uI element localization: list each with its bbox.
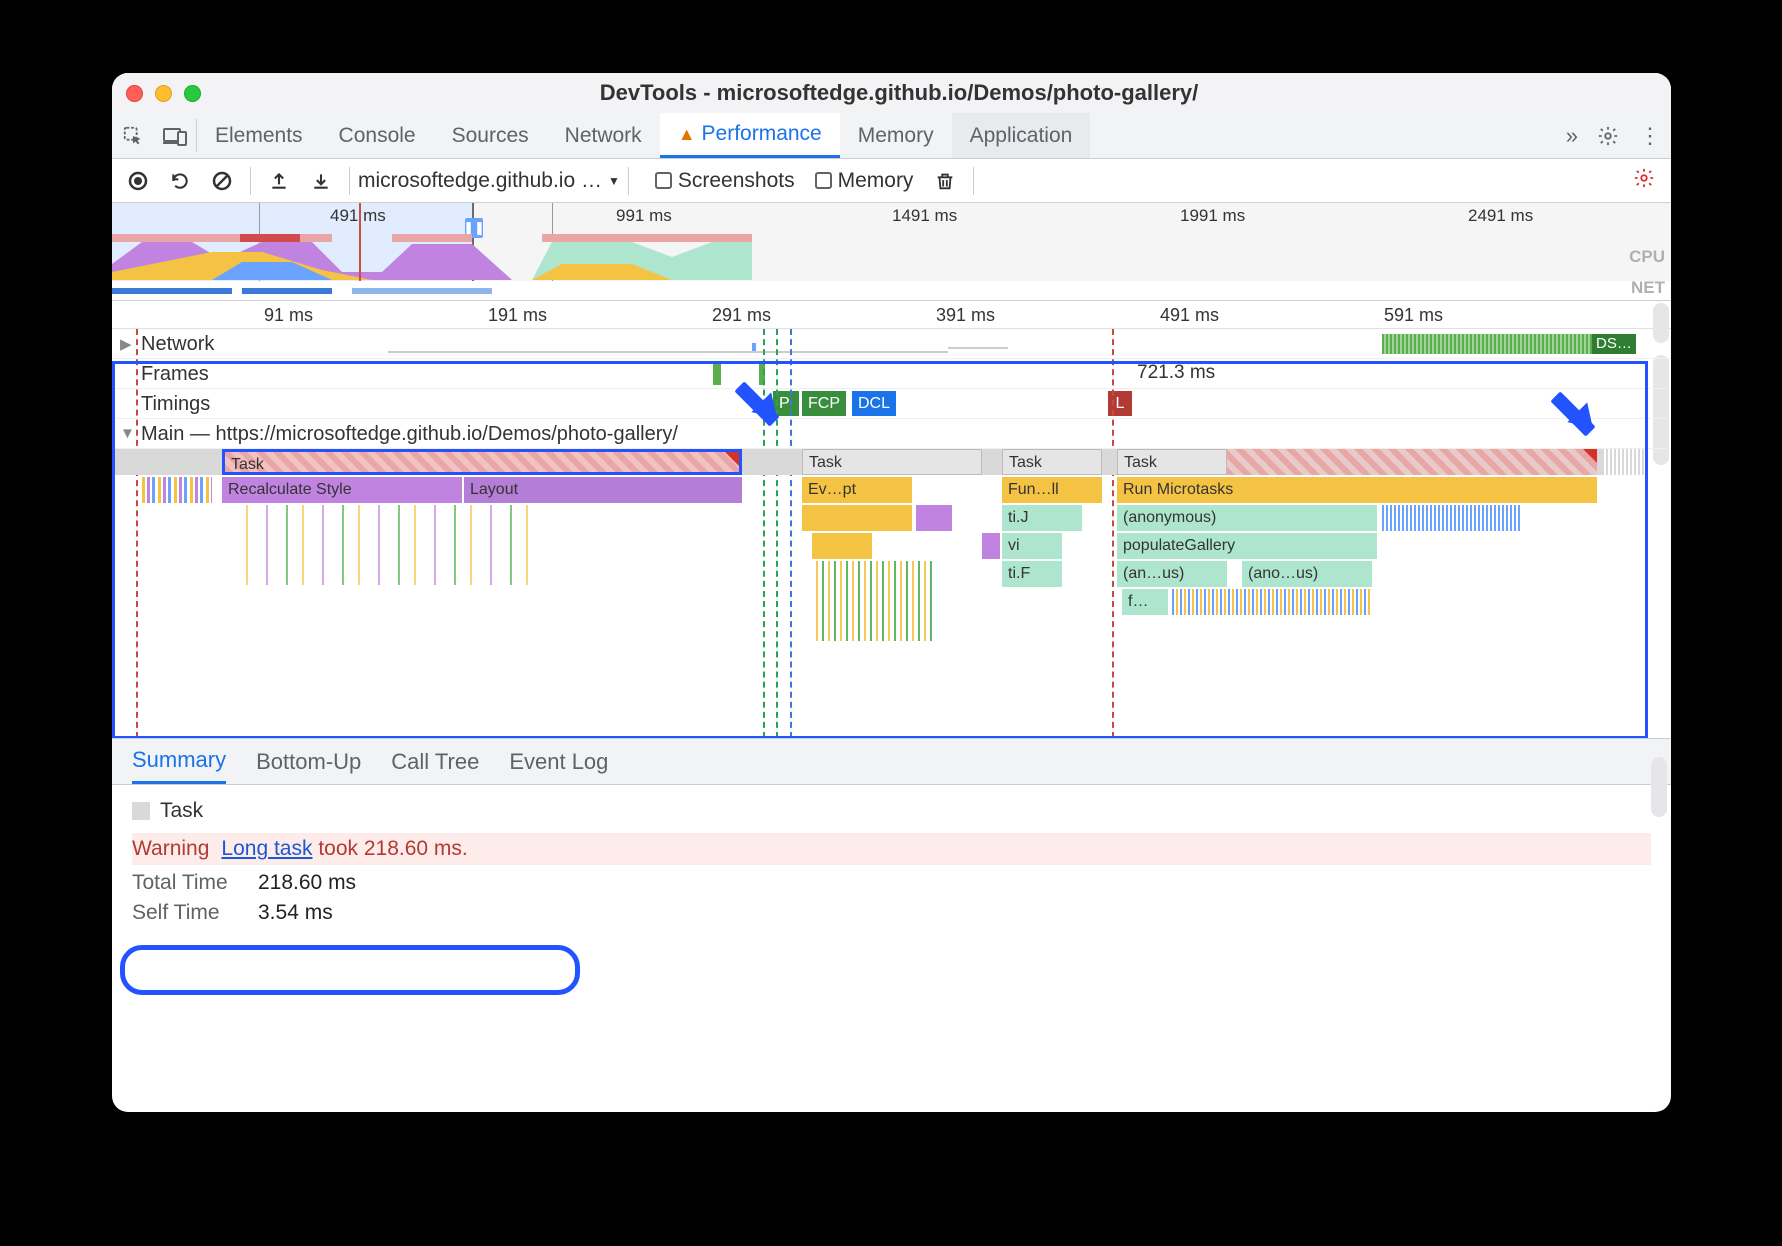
flame-anon2[interactable]: (an…us): [1117, 561, 1227, 587]
record-button[interactable]: [118, 161, 158, 201]
timeline-ruler[interactable]: 91 ms 191 ms 291 ms 391 ms 491 ms 591 ms: [112, 301, 1671, 329]
self-time-label: Self Time: [132, 901, 242, 925]
track-timings-label: Timings: [141, 393, 210, 416]
flame-f[interactable]: f…: [1122, 589, 1168, 615]
flame-task-selected[interactable]: Task: [222, 449, 742, 475]
total-time-label: Total Time: [132, 871, 242, 895]
traffic-lights: [126, 85, 201, 102]
inspect-element-icon[interactable]: [112, 113, 154, 158]
overview-tick: 2491 ms: [1468, 206, 1533, 226]
timing-fcp[interactable]: FCP: [802, 391, 846, 416]
track-network[interactable]: ▶ Network DS…: [112, 329, 1671, 359]
overview-cpu-label: CPU: [1629, 247, 1665, 267]
memory-checkbox[interactable]: Memory: [815, 169, 914, 193]
tab-console[interactable]: Console: [321, 113, 434, 158]
tab-network[interactable]: Network: [547, 113, 660, 158]
overview-tick: 1491 ms: [892, 206, 957, 226]
window-title: DevTools - microsoftedge.github.io/Demos…: [201, 80, 1597, 106]
ruler-tick: 291 ms: [712, 305, 771, 326]
track-main-header[interactable]: ▼ Main — https://microsoftedge.github.io…: [112, 419, 1671, 449]
track-timings[interactable]: Timings P FCP DCL L: [112, 389, 1671, 419]
recording-url: microsoftedge.github.io …: [358, 169, 602, 193]
total-time-value: 218.60 ms: [258, 871, 356, 895]
network-entry[interactable]: DS…: [1592, 334, 1636, 354]
self-time-value: 3.54 ms: [258, 901, 333, 925]
ruler-tick: 91 ms: [264, 305, 313, 326]
track-frames[interactable]: Frames 721.3 ms: [112, 359, 1671, 389]
minimize-window-button[interactable]: [155, 85, 172, 102]
tab-sources[interactable]: Sources: [434, 113, 547, 158]
flame-tij[interactable]: ti.J: [1002, 505, 1082, 531]
track-frames-label: Frames: [141, 363, 209, 386]
settings-icon[interactable]: [1587, 125, 1629, 147]
timeline-overview[interactable]: 491 ms 991 ms 1491 ms 1991 ms 2491 ms ❚❚…: [112, 203, 1671, 301]
gc-button[interactable]: [925, 161, 965, 201]
timing-dcl[interactable]: DCL: [852, 391, 896, 416]
download-profile-button[interactable]: [301, 161, 341, 201]
upload-profile-button[interactable]: [259, 161, 299, 201]
flame-vi[interactable]: vi: [1002, 533, 1062, 559]
ruler-tick: 591 ms: [1384, 305, 1443, 326]
frame-time-label: 721.3 ms: [1137, 362, 1215, 384]
flame-anon[interactable]: (anonymous): [1117, 505, 1377, 531]
perf-toolbar: microsoftedge.github.io … ▼ Screenshots …: [112, 159, 1671, 203]
more-tabs-button[interactable]: »: [1558, 123, 1586, 149]
overview-tick: 1991 ms: [1180, 206, 1245, 226]
long-task-link[interactable]: Long task: [221, 837, 312, 860]
details-tab-calltree[interactable]: Call Tree: [391, 741, 479, 783]
flame-anon3[interactable]: (ano…us): [1242, 561, 1372, 587]
flame-function[interactable]: Fun…ll: [1002, 477, 1102, 503]
annotation-highlight: [120, 945, 580, 995]
overview-net-label: NET: [1631, 278, 1665, 298]
flame-populate[interactable]: populateGallery: [1117, 533, 1377, 559]
kebab-menu-icon[interactable]: ⋮: [1629, 123, 1671, 149]
flame-long-task[interactable]: [1227, 449, 1597, 475]
titlebar: DevTools - microsoftedge.github.io/Demos…: [112, 73, 1671, 113]
tab-application[interactable]: Application: [952, 113, 1091, 158]
ruler-tick: 191 ms: [488, 305, 547, 326]
tab-elements[interactable]: Elements: [197, 113, 321, 158]
tab-performance-label: Performance: [702, 122, 822, 146]
device-toolbar-icon[interactable]: [154, 113, 196, 158]
warning-icon: ▲: [678, 124, 696, 145]
flame-layout[interactable]: Layout: [464, 477, 742, 503]
flame-recalc-style[interactable]: Recalculate Style: [222, 477, 462, 503]
recording-selector[interactable]: microsoftedge.github.io … ▼: [358, 169, 620, 193]
warning-label: Warning: [132, 837, 209, 861]
maximize-window-button[interactable]: [184, 85, 201, 102]
details-tab-eventlog[interactable]: Event Log: [509, 741, 608, 783]
scrollbar-thumb[interactable]: [1651, 757, 1667, 817]
details-tab-summary[interactable]: Summary: [132, 739, 226, 784]
devtools-window: DevTools - microsoftedge.github.io/Demos…: [112, 73, 1671, 1112]
close-window-button[interactable]: [126, 85, 143, 102]
track-network-label: Network: [141, 333, 214, 356]
details-tab-bottomup[interactable]: Bottom-Up: [256, 741, 361, 783]
flame-task[interactable]: Task: [802, 449, 982, 475]
timeline-tracks[interactable]: ▶ Network DS… Frames 721.3 ms Timings P …: [112, 329, 1671, 739]
collapse-icon[interactable]: ▼: [120, 425, 135, 442]
ruler-tick: 391 ms: [936, 305, 995, 326]
expand-icon[interactable]: ▶: [120, 335, 132, 353]
flame-task[interactable]: Task: [1002, 449, 1102, 475]
track-main-label: Main — https://microsoftedge.github.io/D…: [141, 423, 678, 446]
screenshots-checkbox[interactable]: Screenshots: [655, 169, 795, 193]
tab-memory[interactable]: Memory: [840, 113, 952, 158]
flame-event[interactable]: Ev…pt: [802, 477, 912, 503]
summary-warning-row: Warning Long task took 218.60 ms.: [132, 833, 1651, 865]
reload-record-button[interactable]: [160, 161, 200, 201]
tab-performance[interactable]: ▲ Performance: [660, 113, 840, 158]
clear-button[interactable]: [202, 161, 242, 201]
flame-tif[interactable]: ti.F: [1002, 561, 1062, 587]
flame-run-microtasks[interactable]: Run Microtasks: [1117, 477, 1597, 503]
dropdown-icon: ▼: [608, 174, 620, 188]
panel-tabs: Elements Console Sources Network ▲ Perfo…: [112, 113, 1671, 159]
summary-pane: Task Warning Long task took 218.60 ms. T…: [112, 785, 1671, 939]
details-tabs: Summary Bottom-Up Call Tree Event Log: [112, 739, 1671, 785]
summary-swatch: [132, 802, 150, 820]
flame-task[interactable]: Task: [1117, 449, 1227, 475]
ruler-tick: 491 ms: [1160, 305, 1219, 326]
capture-settings-icon[interactable]: [1633, 167, 1655, 195]
summary-title: Task: [160, 799, 203, 823]
